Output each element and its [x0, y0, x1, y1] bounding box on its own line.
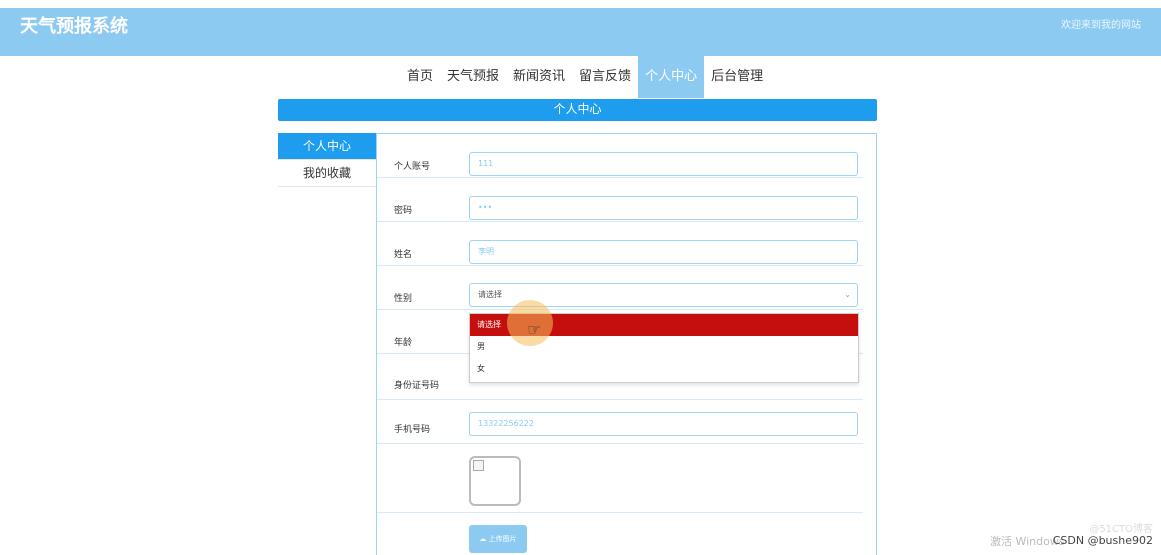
- avatar-image-preview: [469, 456, 521, 506]
- form-row-password: 密码 •••: [377, 178, 863, 222]
- hand-cursor-icon: ☞: [527, 320, 542, 339]
- id-number-label: 身份证号码: [394, 381, 440, 391]
- cloud-upload-icon: ☁: [479, 535, 487, 543]
- form-row-gender: 性别 请选择 ⌄: [377, 266, 863, 310]
- gender-label: 性别: [394, 294, 413, 304]
- password-label: 密码: [394, 206, 413, 216]
- form-row-image: [377, 444, 863, 513]
- password-field[interactable]: •••: [469, 196, 858, 220]
- main-nav: 首页 天气预报 新闻资讯 留言反馈 个人中心 后台管理: [400, 56, 770, 98]
- form-row-name: 姓名 李明: [377, 222, 863, 266]
- sidebar: 个人中心 我的收藏: [278, 133, 376, 187]
- nav-personal-center[interactable]: 个人中心: [638, 56, 705, 98]
- age-label: 年龄: [394, 338, 413, 348]
- welcome-text: 欢迎来到我的网站: [1061, 20, 1141, 31]
- upload-button-label: 上传图片: [488, 535, 517, 543]
- chevron-down-icon: ⌄: [844, 290, 851, 299]
- name-field[interactable]: 李明: [469, 240, 858, 264]
- gender-option-female[interactable]: 女: [470, 358, 858, 380]
- blog-watermark: @51CTO博客: [1089, 524, 1153, 535]
- gender-select-value: 请选择: [478, 290, 502, 299]
- phone-field[interactable]: 13322256222: [469, 412, 858, 436]
- profile-form: 个人账号 111 密码 ••• 姓名 李明 性别 请选择 ⌄ 年龄 身份证号码 …: [376, 133, 877, 555]
- phone-label: 手机号码: [394, 425, 431, 435]
- nav-weather[interactable]: 天气预报: [440, 56, 506, 98]
- broken-image-icon: [473, 460, 484, 471]
- csdn-watermark: CSDN @bushe902: [1052, 534, 1153, 547]
- name-label: 姓名: [394, 250, 413, 260]
- sidebar-item-personal-center[interactable]: 个人中心: [278, 133, 376, 160]
- account-label: 个人账号: [394, 162, 431, 172]
- section-banner: 个人中心: [278, 99, 877, 121]
- form-row-phone: 手机号码 13322256222: [377, 400, 863, 444]
- sidebar-item-favorites[interactable]: 我的收藏: [278, 160, 376, 187]
- site-header: 天气预报系统 欢迎来到我的网站: [0, 8, 1161, 56]
- site-title: 天气预报系统: [20, 16, 128, 37]
- account-field[interactable]: 111: [469, 152, 858, 176]
- nav-admin[interactable]: 后台管理: [704, 56, 770, 98]
- form-row-account: 个人账号 111: [377, 134, 863, 178]
- nav-feedback[interactable]: 留言反馈: [572, 56, 638, 98]
- nav-news[interactable]: 新闻资讯: [506, 56, 572, 98]
- upload-image-button[interactable]: ☁ 上传图片: [469, 525, 527, 553]
- nav-home[interactable]: 首页: [400, 56, 440, 98]
- top-strip: [0, 0, 1161, 8]
